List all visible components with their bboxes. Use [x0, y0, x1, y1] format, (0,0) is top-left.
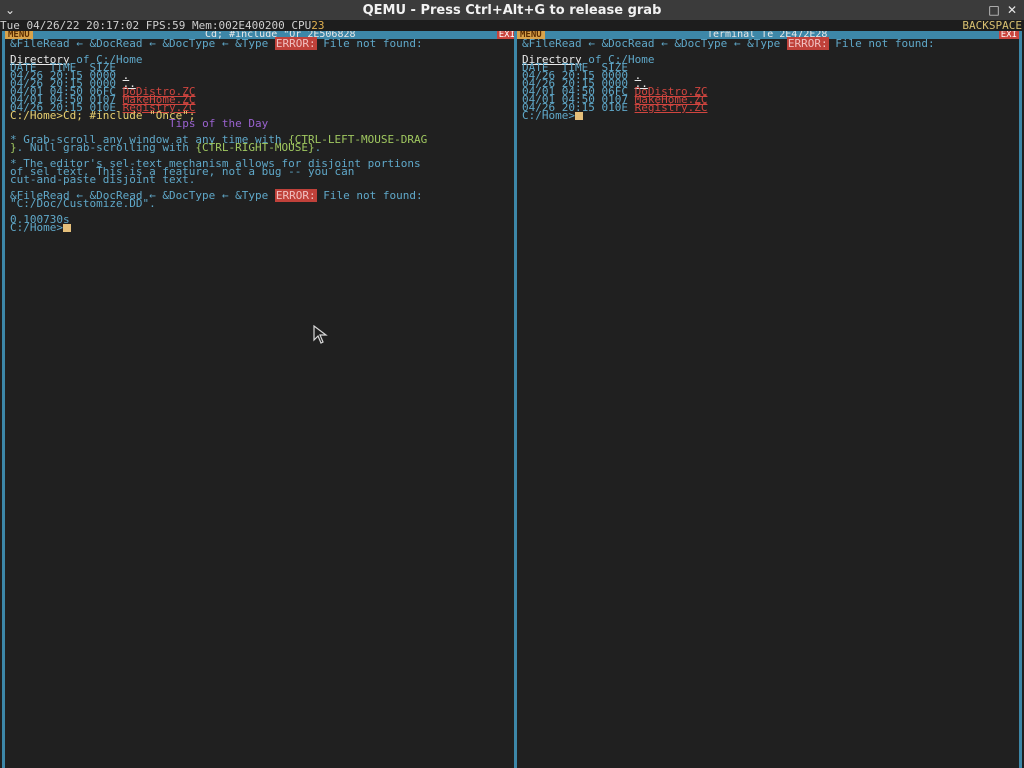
window-title: QEMU - Press Ctrl+Alt+G to release grab: [362, 2, 662, 18]
terminal-text: File not found:: [316, 37, 423, 50]
left-terminal-window[interactable]: MENU Cd; #include "Or 2E506828 EXI &File…: [2, 31, 520, 768]
error-label: ERROR:: [274, 37, 317, 50]
right-exit-button[interactable]: EXI: [998, 31, 1019, 39]
terminal-text: &FileRead ← &DocRead ← &DocType ← &Type: [522, 37, 787, 50]
terminal-line: 04/26 20:15 010E Registry.ZC: [522, 101, 1017, 114]
terminal-line: &FileRead ← &DocRead ← &DocType ← &Type …: [522, 37, 1017, 50]
right-terminal-output[interactable]: &FileRead ← &DocRead ← &DocType ← &Type …: [522, 37, 1017, 768]
mouse-pointer-icon: [313, 325, 328, 344]
terminal-text: Tips of the Day: [168, 117, 269, 130]
terminal-line: C:/Home>: [10, 221, 515, 234]
status-text: Tue 04/26/22 20:17:02 FPS:59 Mem:002E400…: [0, 20, 312, 31]
right-terminal-window[interactable]: MENU Terminal Te 2E472E28 EXI &FileRead …: [514, 31, 1022, 768]
terminal-line: Tips of the Day: [10, 117, 515, 130]
terminal-text: "C:/Doc/Customize.DD".: [10, 197, 156, 210]
maximize-icon[interactable]: □: [986, 2, 1002, 18]
error-label: ERROR:: [274, 189, 317, 202]
terminal-line: }. Null grab-scrolling with {CTRL-RIGHT-…: [10, 141, 515, 154]
terminal-text: }: [10, 141, 17, 154]
terminal-text: &FileRead ← &DocRead ← &DocType ← &Type: [10, 37, 275, 50]
terminal-text: cut-and-paste disjoint text.: [10, 173, 196, 186]
terminal-line: &FileRead ← &DocRead ← &DocType ← &Type …: [10, 37, 515, 50]
terminal-line: 0.100730s: [10, 214, 515, 225]
system-status-bar: Tue 04/26/22 20:17:02 FPS:59 Mem:002E400…: [0, 20, 1024, 31]
terminal-text: C:/Home>: [10, 221, 63, 234]
close-icon[interactable]: ✕: [1004, 2, 1020, 18]
terminal-text: {CTRL-RIGHT-MOUSE}: [195, 141, 315, 154]
text-cursor: [574, 112, 583, 120]
terminal-text: . Null grab-scrolling with: [16, 141, 196, 154]
text-cursor: [62, 224, 71, 232]
cpu-usage: 23: [311, 20, 325, 31]
terminal-text: File not found:: [828, 37, 935, 50]
window-menu-icon[interactable]: ⌄: [2, 2, 18, 18]
file-link[interactable]: Registry.ZC: [635, 101, 708, 114]
qemu-titlebar: ⌄ QEMU - Press Ctrl+Alt+G to release gra…: [0, 0, 1024, 21]
terminal-text: C:/Home>: [522, 109, 575, 122]
backspace-indicator: BACKSPACE: [962, 20, 1022, 31]
terminal-text: .: [314, 141, 322, 154]
error-label: ERROR:: [786, 37, 829, 50]
left-terminal-output[interactable]: &FileRead ← &DocRead ← &DocType ← &Type …: [10, 37, 515, 768]
terminal-text: File not found:: [316, 189, 423, 202]
